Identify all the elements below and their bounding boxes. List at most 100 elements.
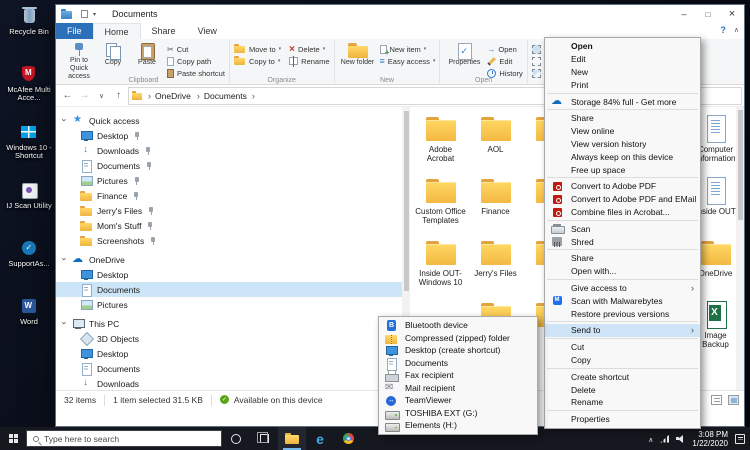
desktop-icon[interactable]: Windows 10 - Shortcut [2,118,56,176]
new-folder-button[interactable]: New folder [339,41,377,76]
nav-item[interactable]: Screenshots [56,233,402,248]
file-item[interactable]: Jerry's Files [468,237,523,299]
context-menu-item[interactable]: Delete [545,383,700,396]
breadcrumb-item[interactable]: OneDrive [143,91,192,101]
copy-to-button[interactable]: Copy to [234,56,281,66]
context-menu-item[interactable]: Give access to [545,282,700,295]
maximize-button[interactable] [696,5,720,23]
context-menu-item[interactable]: Storage 84% full - Get more [545,95,700,108]
ribbon-tab[interactable]: View [187,23,228,39]
start-button[interactable] [0,427,26,450]
context-menu-item[interactable]: Share [545,252,700,265]
taskbar-clock[interactable]: 3:08 PM 1/22/2020 [692,430,728,448]
context-menu-item[interactable]: Properties [545,413,700,426]
title-bar[interactable]: Documents [56,5,744,23]
recent-locations-chevron-icon[interactable]: ∨ [94,92,109,100]
context-menu-item[interactable] [547,279,698,280]
nav-item[interactable]: Quick access [56,113,402,128]
nav-item[interactable]: Desktop [56,267,402,282]
context-menu-item[interactable] [547,368,698,369]
context-menu-item[interactable]: Print [545,78,700,91]
breadcrumb-item[interactable]: Documents [192,91,248,101]
nav-item[interactable]: Downloads [56,376,402,391]
send-to-menu-item[interactable]: Bluetooth device [379,319,537,332]
ribbon-tab[interactable]: File [56,23,93,39]
file-item[interactable]: Adobe Acrobat [413,113,468,175]
desktop-icon[interactable]: Word [2,292,56,350]
context-menu-item[interactable]: Send to [545,324,700,337]
context-menu-item[interactable] [547,321,698,322]
context-menu-item[interactable]: Create shortcut [545,370,700,383]
chevron-down-icon[interactable] [60,318,72,330]
paste-button[interactable]: Paste [130,41,164,76]
file-item[interactable]: AOL [468,113,523,175]
nav-item[interactable]: Pictures [56,173,402,188]
taskbar-search-input[interactable]: Type here to search [26,430,222,447]
nav-item[interactable]: This PC [56,316,402,331]
details-view-button[interactable] [711,395,722,405]
context-menu-item[interactable]: Combine files in Acrobat... [545,206,700,219]
desktop-icon[interactable]: Recycle Bin [2,2,56,60]
context-menu-item[interactable] [547,177,698,178]
context-menu-item[interactable] [547,220,698,221]
send-to-menu-item[interactable]: Compressed (zipped) folder [379,332,537,345]
send-to-menu-item[interactable]: Documents [379,357,537,370]
context-menu-item[interactable]: Cut [545,341,700,354]
nav-item[interactable]: Mom's Stuff [56,218,402,233]
send-to-menu-item[interactable]: Elements (H:) [379,419,537,432]
nav-item[interactable]: Finance [56,188,402,203]
context-menu-item[interactable]: Convert to Adobe PDF [545,180,700,193]
nav-item[interactable]: Desktop [56,128,402,143]
taskbar-app-icon[interactable] [222,427,250,450]
edit-button[interactable]: Edit [487,56,522,66]
send-to-menu-item[interactable]: TeamViewer [379,394,537,407]
context-menu-item[interactable]: Scan [545,222,700,235]
nav-item[interactable]: Jerry's Files [56,203,402,218]
chevron-down-icon[interactable] [60,115,72,127]
desktop-icon[interactable]: SupportAs... [2,234,56,292]
ribbon-tab[interactable]: Share [141,23,187,39]
taskbar-app-icon[interactable] [250,427,278,450]
copy-path-button[interactable]: Copy path [167,56,225,66]
context-menu-item[interactable]: Edit [545,53,700,66]
taskbar-app-icon[interactable] [278,427,306,450]
close-button[interactable] [720,5,744,23]
send-to-menu-item[interactable]: Fax recipient [379,369,537,382]
send-to-menu-item[interactable]: TOSHIBA EXT (G:) [379,407,537,420]
action-center-icon[interactable] [735,434,745,444]
tray-icon[interactable] [660,435,669,443]
taskbar-app-icon[interactable] [334,427,362,450]
help-icon[interactable] [720,25,726,35]
file-item[interactable]: Inside OUT-Windows 10 [413,237,468,299]
context-menu-item[interactable]: View version history [545,138,700,151]
context-menu-item[interactable]: Open [545,40,700,53]
customize-qat-chevron-icon[interactable] [93,11,96,18]
context-menu-item[interactable]: Share [545,112,700,125]
context-menu-item[interactable]: Rename [545,396,700,409]
delete-button[interactable]: Delete [289,44,329,54]
context-menu-item[interactable]: Always keep on this device [545,150,700,163]
ribbon-tab[interactable]: Home [93,23,141,39]
context-menu-item[interactable] [547,93,698,94]
nav-item[interactable]: Desktop [56,346,402,361]
context-menu-item[interactable]: Copy [545,354,700,367]
copy-button[interactable]: Copy [96,41,130,76]
context-menu-item[interactable]: Open with... [545,265,700,278]
thumbnail-view-button[interactable] [728,395,739,405]
back-button[interactable]: ← [60,90,75,101]
chevron-down-icon[interactable] [60,254,72,266]
desktop-icon[interactable]: McAfee Multi Acce... [2,60,56,118]
rename-button[interactable]: Rename [289,56,329,66]
move-to-button[interactable]: Move to [234,44,281,54]
collapse-ribbon-icon[interactable] [734,26,739,34]
context-menu-item[interactable]: Free up space [545,163,700,176]
up-button[interactable]: ↑ [111,90,126,101]
file-item[interactable]: Custom Office Templates [413,175,468,237]
pin-to-quick-access-button[interactable]: Pin to Quick access [62,41,96,76]
nav-item[interactable]: Documents [56,361,402,376]
nav-item[interactable]: Downloads [56,143,402,158]
desktop-icon[interactable]: IJ Scan Utility [2,176,56,234]
context-menu-item[interactable]: New [545,66,700,79]
nav-item[interactable]: Documents [56,282,402,297]
nav-item[interactable]: Documents [56,158,402,173]
